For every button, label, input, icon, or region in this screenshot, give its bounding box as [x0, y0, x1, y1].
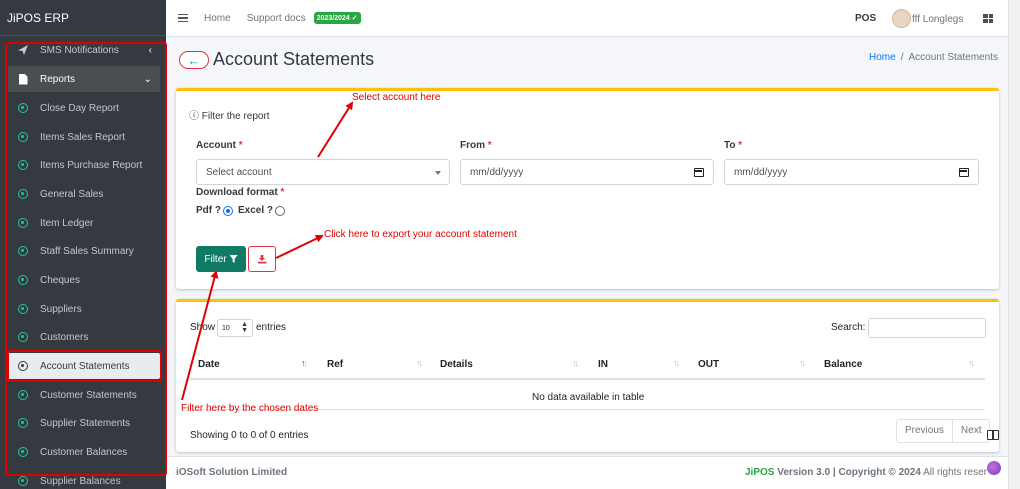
to-date-input[interactable]: mm/dd/yyyy: [724, 159, 979, 185]
apps-grid-icon[interactable]: [983, 14, 993, 23]
account-select-value: Select account: [206, 166, 272, 178]
filter-heading-text: Filter the report: [201, 111, 270, 122]
account-select[interactable]: Select account: [196, 159, 450, 185]
table-card: Show 10 ▲ ▼ entries Search: Date ↑↓ Ref ↑↓…: [176, 299, 999, 452]
updown-icon: ▲ ▼: [241, 321, 248, 334]
footer-brand[interactable]: JiPOS: [745, 467, 774, 478]
col-ref[interactable]: Ref: [327, 359, 343, 370]
account-label-text: Account: [196, 140, 236, 151]
chevron-down-icon: [435, 171, 441, 175]
nav-support-link[interactable]: Support docs: [247, 13, 306, 24]
to-required: *: [738, 140, 743, 151]
page-scrollbar[interactable]: [1008, 0, 1020, 489]
account-label: Account *: [196, 140, 243, 151]
sort-icon[interactable]: ↑↓: [572, 358, 579, 368]
page-title: Account Statements: [213, 49, 375, 69]
fiscal-year-badge[interactable]: 2023/2024 ✓: [313, 12, 361, 24]
calendar-icon[interactable]: [959, 168, 969, 177]
to-date-value: mm/dd/yyyy: [734, 166, 788, 178]
filter-button-label: Filter: [204, 253, 227, 265]
footer-copyright-text: Copyright © 2024: [838, 467, 921, 478]
book-icon[interactable]: [987, 430, 999, 440]
footer-copyright: JiPOS Version 3.0 | Copyright © 2024 All…: [745, 467, 987, 478]
to-label-text: To: [724, 140, 736, 151]
filter-card: ⓘ Filter the report Account * Select acc…: [176, 88, 999, 289]
download-format-required: *: [280, 187, 285, 198]
search-input[interactable]: [868, 318, 986, 338]
footer-rights: All rights reser: [923, 467, 987, 478]
filter-button[interactable]: Filter: [196, 246, 246, 272]
circle-dot-icon: [16, 476, 30, 486]
table-info: Showing 0 to 0 of 0 entries: [190, 430, 309, 441]
annotation-filter-dates: Filter here by the chosen dates: [181, 403, 319, 414]
filter-heading: ⓘ Filter the report: [189, 107, 270, 122]
entries-select[interactable]: 10 ▲ ▼: [217, 319, 253, 337]
pos-link[interactable]: POS: [855, 13, 876, 24]
breadcrumb-separator: /: [900, 52, 904, 63]
funnel-icon: [229, 255, 238, 263]
from-date-input[interactable]: mm/dd/yyyy: [460, 159, 714, 185]
user-name[interactable]: fff Longlegs: [912, 14, 963, 25]
sort-asc-icon[interactable]: ↑↓: [301, 358, 308, 368]
sort-icon[interactable]: ↑↓: [416, 358, 423, 368]
back-button[interactable]: ←: [179, 51, 209, 69]
col-in[interactable]: IN: [598, 359, 608, 370]
sidebar-item-label: Supplier Balances: [40, 475, 121, 487]
brain-icon[interactable]: [987, 461, 1001, 475]
footer-company: iOSoft Solution Limited: [176, 467, 288, 478]
from-label: From *: [460, 140, 492, 151]
annotation-sidebar-box: [5, 42, 167, 476]
pagination: Previous Next: [896, 419, 991, 443]
pdf-label: Pdf ?: [196, 205, 221, 216]
download-icon: [257, 254, 267, 264]
breadcrumb-home[interactable]: Home: [869, 52, 896, 63]
user-avatar[interactable]: [892, 9, 911, 28]
footer-version: Version 3.0: [777, 467, 831, 478]
table-header-divider: [190, 378, 985, 380]
sort-icon[interactable]: ↑↓: [799, 358, 806, 368]
format-radio-group: Pdf ? Excel ?: [196, 205, 286, 216]
top-navbar: Home Support docs 2023/2024 ✓ POS fff Lo…: [166, 0, 1008, 37]
calendar-icon[interactable]: [694, 168, 704, 177]
pdf-radio[interactable]: [223, 205, 233, 216]
entries-value: 10: [222, 324, 230, 332]
annotation-active-item-box: [7, 350, 162, 382]
arrow-left-icon: ←: [187, 52, 201, 68]
entries-label: entries: [256, 322, 287, 333]
download-format-text: Download format: [196, 187, 278, 198]
search-label: Search:: [831, 322, 866, 333]
fiscal-year-text: 2023/2024: [316, 15, 350, 22]
from-label-text: From: [460, 140, 485, 151]
sort-icon[interactable]: ↑↓: [968, 358, 975, 368]
excel-radio[interactable]: [275, 205, 286, 216]
footer: iOSoft Solution Limited JiPOS Version 3.…: [166, 456, 1008, 489]
annotation-export: Click here to export your account statem…: [324, 229, 517, 240]
account-required: *: [238, 140, 243, 151]
show-label: Show: [190, 322, 216, 333]
menu-toggle-icon[interactable]: [178, 13, 188, 23]
to-label: To *: [724, 140, 742, 151]
next-page-button[interactable]: Next: [951, 420, 990, 442]
brand-logo[interactable]: JiPOS ERP: [0, 0, 166, 36]
col-date[interactable]: Date: [198, 359, 220, 370]
previous-page-button[interactable]: Previous: [897, 420, 952, 442]
sort-icon[interactable]: ↑↓: [673, 358, 680, 368]
from-required: *: [487, 140, 492, 151]
breadcrumb-current: Account Statements: [908, 52, 998, 63]
excel-label: Excel ?: [238, 205, 274, 216]
info-circle-icon: ⓘ: [189, 111, 199, 122]
download-format-label: Download format *: [196, 187, 284, 198]
nav-home-link[interactable]: Home: [204, 13, 231, 24]
col-out[interactable]: OUT: [698, 359, 719, 370]
breadcrumb: Home / Account Statements: [869, 52, 998, 63]
col-details[interactable]: Details: [440, 359, 473, 370]
col-balance[interactable]: Balance: [824, 359, 862, 370]
export-button[interactable]: [248, 246, 276, 272]
from-date-value: mm/dd/yyyy: [470, 166, 524, 178]
annotation-select-account: Select account here: [352, 92, 441, 103]
empty-table-message: No data available in table: [532, 392, 645, 403]
footer-separator: |: [832, 467, 836, 478]
